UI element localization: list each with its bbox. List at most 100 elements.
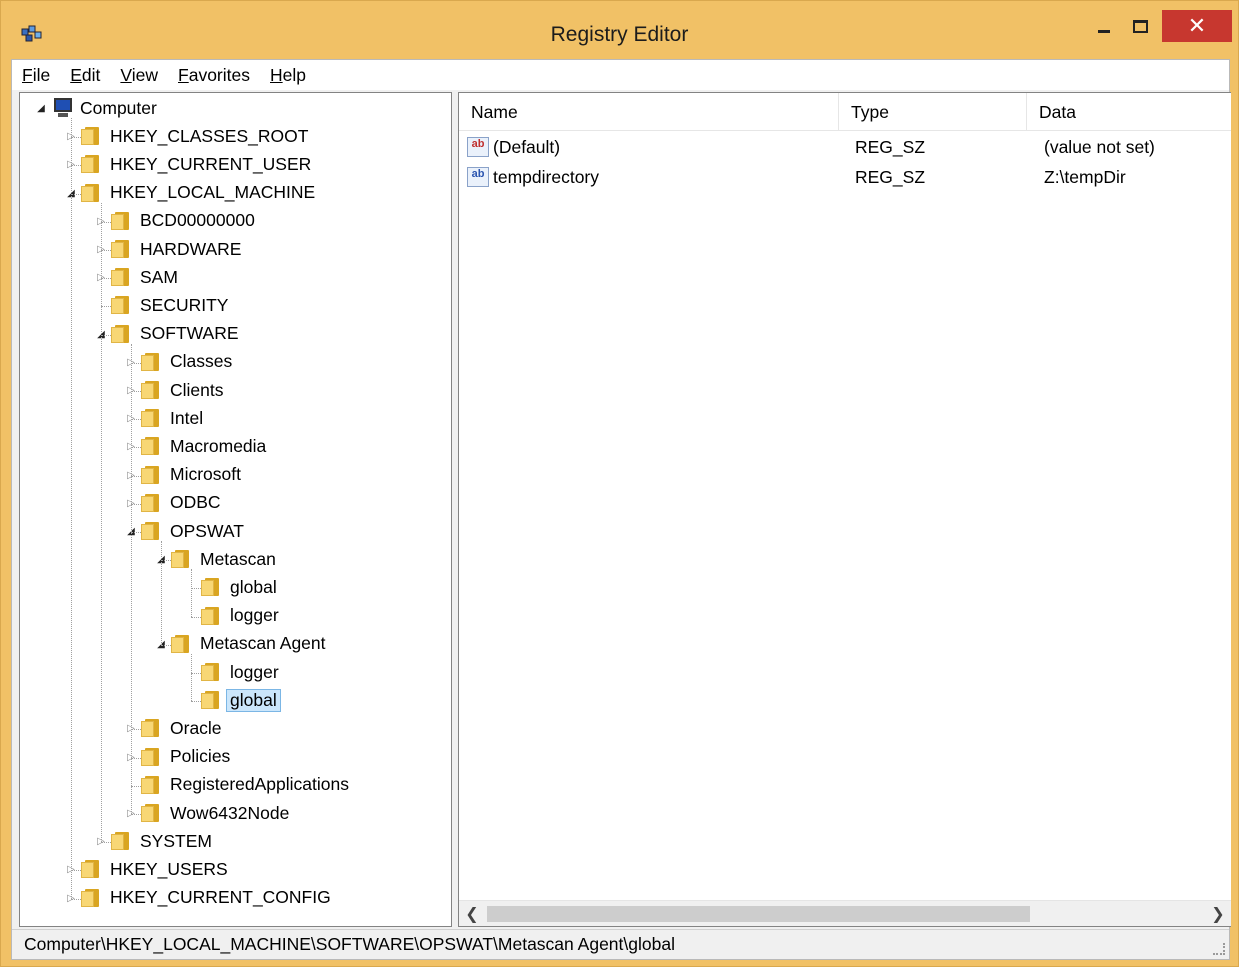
menu-view[interactable]: View xyxy=(120,65,158,86)
tree-node-label: logger xyxy=(230,605,279,626)
folder-icon xyxy=(81,183,101,202)
tree-node[interactable]: HKEY_CURRENT_CONFIG xyxy=(81,884,331,912)
folder-icon xyxy=(171,550,191,569)
menu-favorites[interactable]: Favorites xyxy=(178,65,250,86)
tree-connector xyxy=(131,343,132,814)
folder-icon xyxy=(141,493,161,512)
folder-icon xyxy=(141,522,161,540)
tree-node-label: Oracle xyxy=(170,717,222,738)
folder-icon xyxy=(81,860,101,879)
tree-node[interactable]: Clients xyxy=(141,376,224,404)
tree-connector xyxy=(71,118,72,899)
tree-node-label: HARDWARE xyxy=(140,238,242,259)
folder-icon xyxy=(111,240,131,258)
tree-node[interactable]: Macromedia xyxy=(141,432,266,460)
horizontal-scrollbar[interactable]: ❮ ❯ xyxy=(459,900,1231,926)
folder-icon xyxy=(81,155,101,174)
tree-node[interactable]: Microsoft xyxy=(141,461,241,489)
tree-node[interactable]: HKEY_CURRENT_USER xyxy=(81,150,311,178)
tree-node[interactable]: HKEY_LOCAL_MACHINE xyxy=(81,179,315,207)
value-row[interactable]: ab (Default) REG_SZ (value not set) xyxy=(467,133,1227,161)
menu-help[interactable]: Help xyxy=(270,65,306,86)
column-header-name[interactable]: Name xyxy=(459,93,839,131)
tree-node[interactable]: HARDWARE xyxy=(111,235,241,263)
tree-node[interactable]: RegisteredApplications xyxy=(141,771,349,799)
folder-icon xyxy=(111,832,131,851)
value-type: REG_SZ xyxy=(855,136,926,157)
tree-node[interactable]: logger xyxy=(201,602,279,630)
tree-node[interactable]: Policies xyxy=(141,743,230,771)
values-list-pane[interactable]: Name Type Data ab (Default) REG_SZ (value n… xyxy=(458,92,1231,927)
tree-node-label: ODBC xyxy=(170,492,221,513)
value-type: REG_SZ xyxy=(855,166,926,187)
tree-node[interactable]: Oracle xyxy=(141,714,222,742)
folder-icon xyxy=(111,268,131,287)
title-bar[interactable]: Registry Editor ✕ xyxy=(1,1,1238,65)
folder-icon xyxy=(141,775,161,794)
folder-icon xyxy=(201,691,221,710)
menu-edit[interactable]: Edit xyxy=(70,65,100,86)
resize-grip-icon[interactable] xyxy=(1213,943,1225,955)
tree-node[interactable]: Metascan Agent xyxy=(171,630,326,658)
column-header-type[interactable]: Type xyxy=(839,93,1027,131)
tree-node-label: Metascan Agent xyxy=(200,633,326,654)
tree-node[interactable]: HKEY_USERS xyxy=(81,855,228,883)
folder-icon xyxy=(141,719,161,738)
value-data: Z:\tempDir xyxy=(1044,166,1126,187)
tree-node-label: HKEY_LOCAL_MACHINE xyxy=(110,182,316,203)
column-header-data[interactable]: Data xyxy=(1027,93,1231,131)
chevron-right-icon: ❯ xyxy=(1211,906,1225,923)
tree-node[interactable]: Intel xyxy=(141,404,203,432)
menu-file[interactable]: File xyxy=(22,65,50,86)
close-button[interactable]: ✕ xyxy=(1162,10,1232,42)
tree-node-label: RegisteredApplications xyxy=(170,774,349,795)
chevron-left-icon: ❮ xyxy=(465,906,479,923)
tree-node[interactable]: ODBC xyxy=(141,489,221,517)
folder-icon xyxy=(111,324,131,343)
tree-node[interactable]: global xyxy=(201,686,281,714)
tree-node-label: OPSWAT xyxy=(170,520,244,541)
collapse-arrow-icon[interactable]: ◢ xyxy=(35,103,47,115)
tree-node[interactable]: Wow6432Node xyxy=(141,799,289,827)
computer-icon xyxy=(51,98,75,118)
tree-connector xyxy=(191,653,192,702)
tree-node-label: Computer xyxy=(80,97,157,118)
tree-node-label: Classes xyxy=(170,351,233,372)
folder-icon xyxy=(201,606,221,625)
tree-node[interactable]: Computer xyxy=(51,94,157,122)
tree-node[interactable]: SAM xyxy=(111,263,178,291)
string-value-icon: ab xyxy=(467,167,489,187)
folder-icon xyxy=(141,804,161,822)
maximize-icon xyxy=(1132,19,1148,33)
tree-node-label: SYSTEM xyxy=(140,830,212,851)
value-row[interactable]: ab tempdirectory REG_SZ Z:\tempDir xyxy=(467,163,1227,191)
minimize-button[interactable] xyxy=(1088,11,1120,41)
tree-node-label: SAM xyxy=(140,266,178,287)
scroll-right-button[interactable]: ❯ xyxy=(1205,901,1231,926)
folder-icon xyxy=(201,663,221,681)
tree-node[interactable]: Classes xyxy=(141,348,232,376)
tree-connector xyxy=(101,202,102,843)
tree-node[interactable]: global xyxy=(201,573,277,601)
key-tree-pane[interactable]: ◢ Computer ▷ HKEY_CLASSES_ROOT ▷ HKEY_CURRENT… xyxy=(19,92,452,927)
maximize-button[interactable] xyxy=(1124,11,1156,41)
tree-node[interactable]: logger xyxy=(201,658,279,686)
tree-node[interactable]: HKEY_CLASSES_ROOT xyxy=(81,122,308,150)
tree-node[interactable]: BCD00000000 xyxy=(111,207,255,235)
tree-node[interactable]: Metascan xyxy=(171,545,276,573)
tree-node-label: logger xyxy=(230,661,279,682)
folder-icon xyxy=(141,352,161,371)
scroll-left-button[interactable]: ❮ xyxy=(459,901,485,926)
folder-icon xyxy=(81,888,101,907)
scrollbar-thumb[interactable] xyxy=(487,906,1030,922)
tree-node[interactable]: SYSTEM xyxy=(111,827,212,855)
folder-icon xyxy=(171,634,191,653)
selected-key-label: global xyxy=(226,688,281,712)
tree-node[interactable]: OPSWAT xyxy=(141,517,244,545)
tree-node[interactable]: SECURITY xyxy=(111,291,228,319)
value-name: (Default) xyxy=(493,136,561,157)
minimize-icon xyxy=(1098,29,1110,33)
tree-node-label: Intel xyxy=(170,407,204,428)
folder-icon xyxy=(111,211,131,230)
tree-node-label: Wow6432Node xyxy=(170,802,290,823)
